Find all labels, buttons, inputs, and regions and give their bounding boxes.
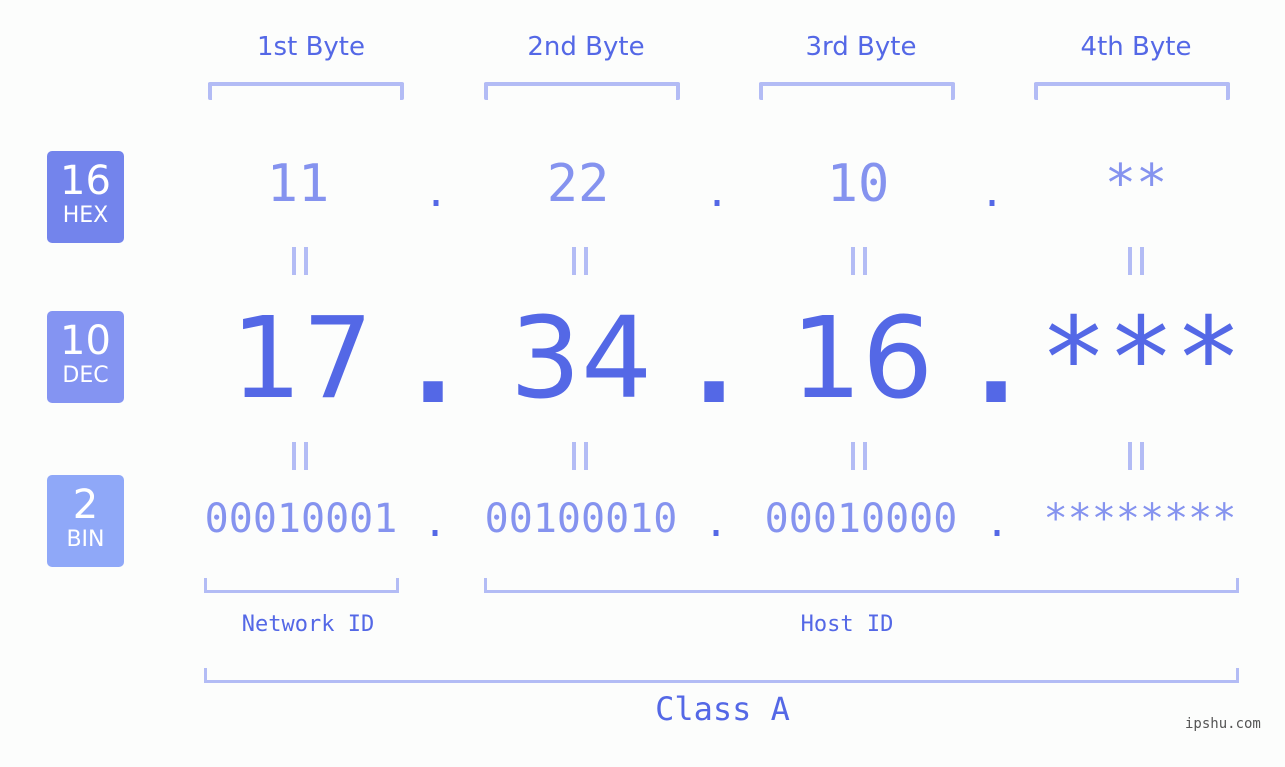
dec-byte-1: 17	[230, 294, 374, 424]
bin-separator-3: .	[984, 500, 1010, 546]
equals-icon	[1126, 442, 1146, 470]
dec-base-number: 10	[60, 318, 111, 364]
hex-separator-2: .	[704, 170, 730, 216]
byte-bracket-1	[208, 82, 404, 100]
host-id-label: Host ID	[800, 612, 894, 637]
equals-icon	[290, 442, 310, 470]
dec-byte-2: 34	[509, 294, 653, 424]
bin-byte-1: 00010001	[204, 496, 398, 542]
bin-separator-1: .	[422, 500, 448, 546]
bin-base-number: 2	[72, 482, 99, 528]
hex-separator-1: .	[423, 170, 449, 216]
byte-header-3: 3rd Byte	[805, 32, 917, 62]
equals-icon	[849, 247, 869, 275]
dec-base-label: DEC	[62, 363, 109, 388]
byte-header-4: 4th Byte	[1080, 32, 1192, 62]
hex-base-label: HEX	[62, 203, 109, 228]
class-bracket	[204, 668, 1239, 683]
equals-icon	[570, 442, 590, 470]
dec-separator-1: .	[412, 300, 454, 428]
bin-base-label: BIN	[66, 527, 105, 552]
byte-bracket-2	[484, 82, 680, 100]
watermark: ipshu.com	[1185, 716, 1261, 732]
bin-byte-2: 00100010	[484, 496, 678, 542]
host-id-bracket	[484, 578, 1239, 593]
hex-badge: 16 HEX	[47, 151, 124, 243]
equals-icon	[570, 247, 590, 275]
byte-bracket-4	[1034, 82, 1230, 100]
hex-base-number: 16	[60, 158, 111, 204]
byte-bracket-3	[759, 82, 955, 100]
dec-separator-2: .	[693, 300, 735, 428]
network-id-bracket	[204, 578, 399, 593]
bin-separator-2: .	[703, 500, 729, 546]
network-id-label: Network ID	[241, 612, 375, 637]
hex-byte-4: **	[1104, 154, 1168, 214]
byte-header-2: 2nd Byte	[527, 32, 645, 62]
equals-icon	[290, 247, 310, 275]
hex-byte-3: 10	[826, 154, 890, 214]
dec-badge: 10 DEC	[47, 311, 124, 403]
byte-header-1: 1st Byte	[257, 32, 365, 62]
hex-separator-3: .	[979, 170, 1005, 216]
dec-byte-3: 16	[790, 294, 934, 424]
bin-badge: 2 BIN	[47, 475, 124, 567]
bin-byte-4: ********	[1043, 496, 1237, 542]
equals-icon	[849, 442, 869, 470]
hex-byte-2: 22	[546, 154, 610, 214]
bin-byte-3: 00010000	[764, 496, 958, 542]
equals-icon	[1126, 247, 1146, 275]
hex-byte-1: 11	[266, 154, 330, 214]
class-label: Class A	[655, 690, 790, 728]
dec-byte-4: ***	[1039, 294, 1243, 424]
dec-separator-3: .	[975, 300, 1017, 428]
